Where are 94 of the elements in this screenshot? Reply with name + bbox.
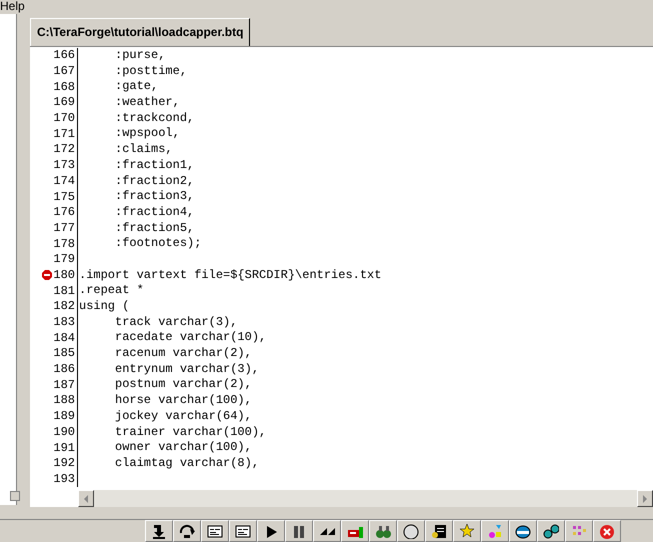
pause-icon <box>291 523 307 539</box>
line-number: 183 <box>53 315 76 330</box>
left-arrow-icon <box>84 494 88 502</box>
fast-forward-button[interactable] <box>313 520 341 542</box>
list-button[interactable] <box>201 520 229 542</box>
code-line: :wpspool, <box>114 126 180 140</box>
line-number: 191 <box>53 440 76 456</box>
step-into-icon <box>151 523 167 539</box>
line-number: 166 <box>53 48 76 64</box>
disk-button[interactable] <box>509 520 537 542</box>
disk-icon <box>515 523 531 539</box>
code-line: :trackcond, <box>114 110 194 125</box>
slider-handle[interactable] <box>10 491 20 501</box>
line-number: 174 <box>53 174 76 189</box>
play-button[interactable] <box>257 520 285 542</box>
code-line: .repeat * <box>79 283 144 298</box>
code-line: :posttime, <box>114 64 188 78</box>
line-number: 173 <box>53 158 76 174</box>
document-icon <box>431 523 447 539</box>
code-line: :gate, <box>114 79 158 94</box>
fast-forward-icon <box>320 527 334 535</box>
code-line: :footnotes); <box>114 236 202 250</box>
line-number: 169 <box>53 95 76 110</box>
code-line: track varchar(3), <box>114 314 238 329</box>
line-number: 188 <box>53 393 76 408</box>
line-number: 177 <box>53 220 76 236</box>
line-number: 176 <box>53 205 76 220</box>
star-button[interactable] <box>453 520 481 542</box>
line-number: 185 <box>53 346 76 362</box>
line-number: 187 <box>53 378 76 393</box>
code-line: racedate varchar(10), <box>114 330 266 344</box>
horizontal-scrollbar[interactable] <box>78 490 653 507</box>
code-editor[interactable] <box>30 46 653 507</box>
step-over-button[interactable] <box>173 520 201 542</box>
right-arrow-icon <box>643 494 647 502</box>
line-number: 172 <box>53 142 76 158</box>
line-number: 175 <box>53 190 76 205</box>
code-line: horse varchar(100), <box>114 393 252 408</box>
gears-button[interactable] <box>537 520 565 542</box>
code-line: :fraction5, <box>114 220 194 235</box>
star-icon <box>459 523 475 539</box>
code-line: :fraction4, <box>114 204 194 219</box>
grid-button[interactable] <box>565 520 593 542</box>
line-number: 181 <box>53 284 76 299</box>
line-number: 170 <box>53 111 76 126</box>
document-button[interactable] <box>425 520 453 542</box>
list-icon <box>235 523 251 539</box>
line-number: 179 <box>53 252 76 268</box>
code-line: entrynum varchar(3), <box>114 362 260 376</box>
line-number: 189 <box>53 409 76 424</box>
code-line: :fraction1, <box>114 158 194 172</box>
code-line: jockey varchar(64), <box>114 408 252 423</box>
binoculars-button[interactable] <box>369 520 397 542</box>
line-number: 190 <box>53 424 76 440</box>
line-number: 182 <box>53 299 76 314</box>
circle-button[interactable] <box>397 520 425 542</box>
line-number: 171 <box>53 126 76 142</box>
menu-item[interactable]: Help <box>0 0 25 12</box>
list-button[interactable] <box>229 520 257 542</box>
line-number: 168 <box>53 80 76 95</box>
tag-button[interactable] <box>341 520 369 542</box>
gears-icon <box>543 523 559 539</box>
code-line: :fraction3, <box>114 189 194 204</box>
line-number: 186 <box>53 362 76 378</box>
code-line: :claims, <box>114 142 173 156</box>
code-line: :purse, <box>114 48 166 62</box>
code-line: postnum varchar(2), <box>114 377 252 392</box>
code-line: using ( <box>79 299 130 313</box>
shapes-icon <box>487 523 503 539</box>
line-number: 178 <box>53 236 76 252</box>
line-number: 167 <box>53 64 76 80</box>
line-number: 192 <box>53 456 76 472</box>
code-line: owner varchar(100), <box>114 440 252 454</box>
binoculars-icon <box>375 523 391 539</box>
line-number: 193 <box>53 472 76 487</box>
code-line: claimtag varchar(8), <box>114 456 260 470</box>
code-line: racenum varchar(2), <box>114 346 252 360</box>
pause-button[interactable] <box>285 520 313 542</box>
shapes-button[interactable] <box>481 520 509 542</box>
code-line: .import vartext file=${SRCDIR}\entries.txt <box>79 268 382 282</box>
file-tab[interactable]: C:\TeraForge\tutorial\loadcapper.btq <box>30 18 250 46</box>
scroll-left-button[interactable] <box>78 490 94 507</box>
line-number: 184 <box>53 330 76 346</box>
list-icon <box>207 523 223 539</box>
close-button[interactable] <box>593 520 621 542</box>
breakpoint-stop-icon[interactable] <box>42 270 52 280</box>
step-into-button[interactable] <box>145 520 173 542</box>
close-icon <box>599 523 615 539</box>
step-over-icon <box>179 523 195 539</box>
scroll-right-button[interactable] <box>637 490 653 507</box>
code-line: :weather, <box>114 95 180 110</box>
code-line: trainer varchar(100), <box>114 424 266 438</box>
line-number: 180 <box>53 268 76 283</box>
code-line: :fraction2, <box>114 174 194 188</box>
